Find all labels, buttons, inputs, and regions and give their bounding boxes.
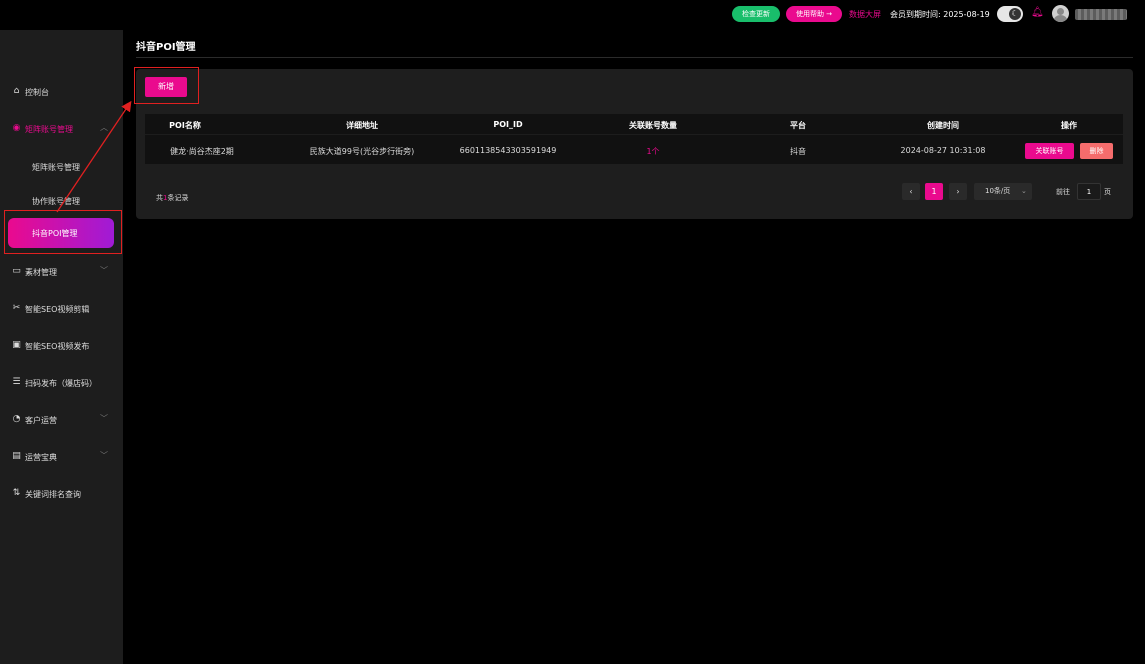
expire-label: 会员到期时间:: [890, 10, 941, 19]
qrcode-icon: ☰: [12, 377, 21, 387]
avatar[interactable]: [1052, 5, 1069, 22]
column-header: 详细地址: [346, 121, 378, 130]
column-header: 平台: [790, 121, 806, 130]
divider: [136, 57, 1133, 58]
total-records: 共1条记录: [156, 194, 189, 202]
next-page-button[interactable]: ›: [949, 183, 967, 200]
customer-icon: ◔: [12, 414, 21, 424]
sidebar-item-label: 矩阵账号管理: [25, 125, 73, 134]
sidebar-subitem-collab-accounts[interactable]: 协作账号管理: [32, 196, 80, 207]
annotation-box-poi-menu: [4, 210, 122, 254]
column-header: 操作: [1061, 121, 1077, 130]
sidebar-item-label: 关键词排名查询: [25, 490, 81, 499]
moon-icon: ☾: [1009, 8, 1021, 20]
account-icon: ◉: [12, 123, 21, 133]
username-redacted[interactable]: [1075, 9, 1127, 20]
goto-label: 前往: [1056, 188, 1070, 196]
sidebar-item-label: 智能SEO视频发布: [25, 342, 90, 351]
poi-id: 6601138543303591949: [459, 146, 557, 155]
poi-address: 民族大道99号(光谷步行街旁): [309, 147, 415, 156]
sidebar-item-label: 素材管理: [25, 268, 57, 277]
column-header: 创建时间: [927, 121, 959, 130]
membership-expire: 会员到期时间: 2025-08-19: [890, 9, 990, 20]
check-update-button[interactable]: 检查更新: [732, 6, 780, 22]
chevron-down-icon: ﹀: [100, 451, 108, 460]
scissors-icon: ✂: [12, 303, 21, 313]
column-header: POI_ID: [493, 120, 523, 129]
folder-icon: ▭: [12, 266, 21, 276]
book-icon: ▤: [12, 451, 21, 461]
sidebar-item-seo-video-edit[interactable]: ✂ 智能SEO视频剪辑: [0, 299, 123, 319]
column-header: POI名称: [169, 121, 201, 130]
home-icon: ⌂: [13, 86, 20, 96]
bell-icon[interactable]: 🔔︎: [1031, 7, 1044, 18]
sort-icon: ⇅: [12, 488, 21, 498]
sidebar-item-materials[interactable]: ▭ 素材管理 ﹀: [0, 262, 123, 282]
chevron-down-icon: ⌄: [1021, 187, 1027, 195]
goto-page-input[interactable]: [1077, 183, 1101, 200]
sidebar-item-label: 运营宝典: [25, 453, 57, 462]
sidebar-item-keyword-rank[interactable]: ⇅ 关键词排名查询: [0, 484, 123, 504]
table-row: 健龙·尚谷杰座2期 民族大道99号(光谷步行街旁) 66011385433035…: [145, 134, 1123, 164]
sidebar-item-customer-ops[interactable]: ◔ 客户运营 ﹀: [0, 410, 123, 430]
delete-button[interactable]: 删除: [1080, 143, 1113, 159]
poi-card: 新增 POI名称 详细地址 POI_ID 关联账号数量 平台 创建时间 操作 健…: [136, 69, 1133, 219]
page-title: 抖音POI管理: [136, 42, 196, 53]
created-time: 2024-08-27 10:31:08: [900, 146, 986, 155]
sidebar-item-seo-video-publish[interactable]: ▣ 智能SEO视频发布: [0, 336, 123, 356]
sidebar-item-matrix-accounts[interactable]: ◉ 矩阵账号管理 ︿: [0, 119, 123, 139]
prev-page-button[interactable]: ‹: [902, 183, 920, 200]
platform: 抖音: [790, 147, 806, 156]
sidebar-item-ops-guide[interactable]: ▤ 运营宝典 ﹀: [0, 447, 123, 467]
top-bar: 检查更新 使用帮助 → 数据大屏 会员到期时间: 2025-08-19 ☾ 🔔︎: [0, 0, 1145, 30]
theme-toggle[interactable]: ☾: [997, 6, 1023, 22]
expire-date: 2025-08-19: [943, 10, 990, 19]
sidebar: ⌂ 控制台 ◉ 矩阵账号管理 ︿ 矩阵账号管理 协作账号管理 抖音POI管理 ▭…: [0, 30, 123, 664]
sidebar-item-scan-publish[interactable]: ☰ 扫码发布（爆店码）: [0, 373, 123, 393]
sidebar-subitem-matrix-accounts[interactable]: 矩阵账号管理: [32, 162, 80, 173]
video-icon: ▣: [12, 340, 21, 350]
link-account-button[interactable]: 关联账号: [1025, 143, 1074, 159]
table-header: POI名称 详细地址 POI_ID 关联账号数量 平台 创建时间 操作: [145, 114, 1123, 134]
sidebar-item-label: 客户运营: [25, 416, 57, 425]
poi-name: 健龙·尚谷杰座2期: [170, 147, 234, 156]
page-size-value: 10条/页: [985, 187, 1011, 195]
page-number-current[interactable]: 1: [925, 183, 943, 200]
chevron-up-icon: ︿: [100, 123, 108, 132]
column-header: 关联账号数量: [629, 121, 677, 130]
page-unit-label: 页: [1104, 188, 1111, 196]
sidebar-item-dashboard[interactable]: ⌂ 控制台: [0, 82, 123, 102]
linked-account-count[interactable]: 1个: [646, 146, 659, 157]
sidebar-item-label: 控制台: [25, 88, 49, 97]
help-button[interactable]: 使用帮助 →: [786, 6, 842, 22]
page-size-select[interactable]: 10条/页 ⌄: [974, 183, 1032, 200]
data-screen-link[interactable]: 数据大屏: [849, 9, 881, 20]
sidebar-item-label: 扫码发布（爆店码）: [25, 379, 97, 388]
chevron-down-icon: ﹀: [100, 266, 108, 275]
sidebar-item-label: 智能SEO视频剪辑: [25, 305, 90, 314]
annotation-box-add: [134, 67, 199, 104]
chevron-down-icon: ﹀: [100, 414, 108, 423]
